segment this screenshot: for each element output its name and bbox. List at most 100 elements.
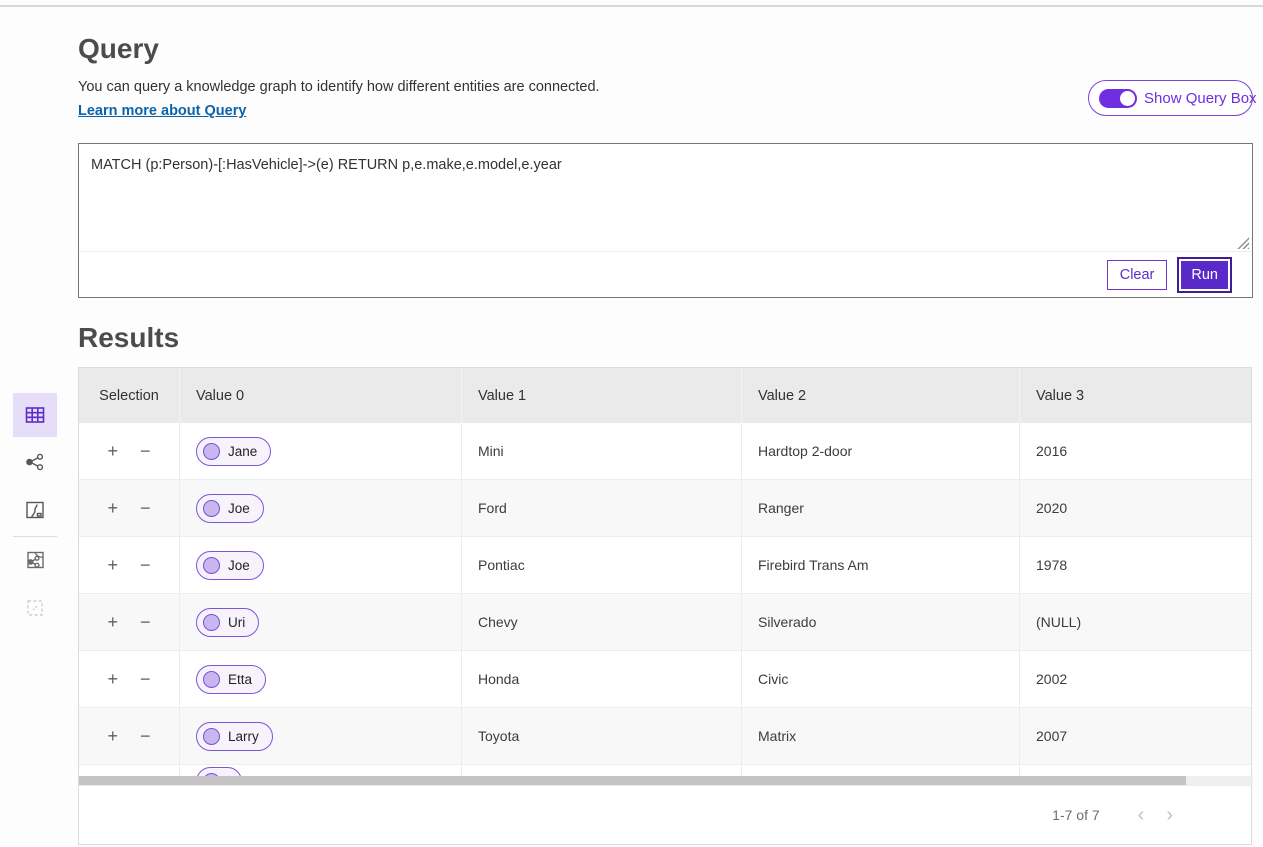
sidebar-item-link-chart-view[interactable] bbox=[13, 440, 57, 484]
map-link-icon bbox=[23, 548, 47, 572]
table-row: + − Joe Ford Ranger 2020 bbox=[79, 480, 1251, 537]
remove-from-selection-button[interactable]: − bbox=[138, 611, 153, 633]
horizontal-scrollbar-thumb[interactable] bbox=[79, 776, 1186, 785]
pagination-range: 1-7 of 7 bbox=[1052, 807, 1099, 823]
sidebar-item-map-view[interactable] bbox=[13, 488, 57, 532]
selection-cell: + − bbox=[79, 594, 179, 650]
entity-chip-label: Etta bbox=[228, 672, 252, 687]
column-header-value2: Value 2 bbox=[741, 368, 1019, 423]
entity-dot-icon bbox=[203, 614, 220, 631]
table-header-row: Selection Value 0 Value 1 Value 2 Value … bbox=[79, 368, 1251, 423]
column-header-value3: Value 3 bbox=[1019, 368, 1251, 423]
value2-cell: Firebird Trans Am bbox=[741, 537, 1019, 593]
entity-chip[interactable]: Jane bbox=[196, 437, 271, 466]
entity-cell: Joe bbox=[179, 480, 461, 536]
query-input[interactable]: MATCH (p:Person)-[:HasVehicle]->(e) RETU… bbox=[79, 144, 1252, 251]
results-heading: Results bbox=[78, 322, 179, 354]
remove-from-selection-button[interactable]: − bbox=[138, 668, 153, 690]
page-title: Query bbox=[78, 33, 159, 65]
value3-cell bbox=[1019, 765, 1251, 776]
value1-cell: Honda bbox=[461, 651, 741, 707]
value2-cell: Civic bbox=[741, 651, 1019, 707]
remove-from-selection-button[interactable]: − bbox=[138, 440, 153, 462]
selection-cell: + − bbox=[79, 651, 179, 707]
entity-chip[interactable]: Etta bbox=[196, 665, 266, 694]
entity-chip-label: Larry bbox=[228, 729, 259, 744]
entity-chip-label: Uri bbox=[228, 615, 245, 630]
horizontal-scrollbar[interactable] bbox=[79, 776, 1253, 785]
add-to-selection-button[interactable]: + bbox=[105, 554, 120, 576]
page-description: You can query a knowledge graph to ident… bbox=[78, 79, 600, 95]
clear-button[interactable]: Clear bbox=[1107, 260, 1168, 290]
table-row: + − Jane Mini Hardtop 2-door 2016 bbox=[79, 423, 1251, 480]
selection-cell: + − bbox=[79, 765, 179, 776]
table-footer: 1-7 of 7 ‹ › bbox=[79, 785, 1251, 844]
previous-page-button[interactable]: ‹ bbox=[1132, 805, 1151, 825]
entity-chip[interactable]: Joe bbox=[196, 551, 264, 580]
value3-cell: 2020 bbox=[1019, 480, 1251, 536]
sidebar-item-table-view[interactable] bbox=[13, 393, 57, 437]
table-row: + − Larry Toyota Matrix 2007 bbox=[79, 708, 1251, 765]
value1-cell: Toyota bbox=[461, 708, 741, 764]
value1-cell: Ford bbox=[461, 480, 741, 536]
entity-chip[interactable]: Larry bbox=[196, 722, 273, 751]
column-header-value1: Value 1 bbox=[461, 368, 741, 423]
value1-cell: Pontiac bbox=[461, 537, 741, 593]
value3-cell: 2016 bbox=[1019, 423, 1251, 479]
remove-from-selection-button[interactable]: − bbox=[138, 554, 153, 576]
value3-cell: (NULL) bbox=[1019, 594, 1251, 650]
value2-cell: Hardtop 2-door bbox=[741, 423, 1019, 479]
sidebar-item-new-map-from-link-chart[interactable] bbox=[13, 538, 57, 582]
top-divider bbox=[0, 5, 1263, 7]
link-chart-icon bbox=[23, 450, 47, 474]
value2-cell: Matrix bbox=[741, 708, 1019, 764]
table-body: + − Jane Mini Hardtop 2-door 2016 + − Jo… bbox=[79, 423, 1251, 776]
selection-cell: + − bbox=[79, 423, 179, 479]
remove-from-selection-button[interactable]: − bbox=[138, 497, 153, 519]
learn-more-link[interactable]: Learn more about Query bbox=[78, 103, 246, 119]
run-button[interactable]: Run bbox=[1179, 259, 1230, 291]
entity-dot-icon bbox=[203, 728, 220, 745]
add-to-selection-button[interactable]: + bbox=[105, 440, 120, 462]
entity-cell: Joe bbox=[179, 537, 461, 593]
sidebar-item-selection-tool bbox=[13, 586, 57, 630]
remove-from-selection-button[interactable]: − bbox=[138, 725, 153, 747]
value1-cell bbox=[461, 765, 741, 776]
sidebar-divider bbox=[13, 536, 57, 537]
map-icon bbox=[23, 498, 47, 522]
results-table: Selection Value 0 Value 1 Value 2 Value … bbox=[78, 367, 1252, 845]
entity-dot-icon bbox=[203, 443, 220, 460]
add-to-selection-button[interactable]: + bbox=[105, 725, 120, 747]
value2-cell bbox=[741, 765, 1019, 776]
add-to-selection-button[interactable]: + bbox=[105, 611, 120, 633]
toggle-knob bbox=[1120, 91, 1135, 106]
add-to-selection-button[interactable]: + bbox=[105, 668, 120, 690]
table-row: + − bbox=[79, 765, 1251, 776]
entity-cell: Jane bbox=[179, 423, 461, 479]
show-query-box-toggle[interactable]: Show Query Box bbox=[1088, 80, 1253, 116]
table-row: + − Uri Chevy Silverado (NULL) bbox=[79, 594, 1251, 651]
entity-chip[interactable]: Uri bbox=[196, 608, 259, 637]
entity-cell: Uri bbox=[179, 594, 461, 650]
entity-chip-label: Joe bbox=[228, 558, 250, 573]
entity-dot-icon bbox=[203, 557, 220, 574]
entity-chip[interactable]: Joe bbox=[196, 494, 264, 523]
toggle-switch-icon[interactable] bbox=[1099, 89, 1137, 108]
column-header-value0: Value 0 bbox=[179, 368, 461, 423]
entity-chip[interactable] bbox=[196, 767, 242, 776]
entity-cell: Etta bbox=[179, 651, 461, 707]
selection-cell: + − bbox=[79, 537, 179, 593]
entity-cell bbox=[179, 765, 461, 776]
value1-cell: Mini bbox=[461, 423, 741, 479]
toggle-label: Show Query Box bbox=[1144, 90, 1257, 107]
query-box: MATCH (p:Person)-[:HasVehicle]->(e) RETU… bbox=[78, 143, 1253, 298]
entity-chip-label: Joe bbox=[228, 501, 250, 516]
next-page-button[interactable]: › bbox=[1160, 805, 1179, 825]
entity-dot-icon bbox=[203, 500, 220, 517]
selection-cell: + − bbox=[79, 480, 179, 536]
dashed-square-icon bbox=[23, 596, 47, 620]
value2-cell: Ranger bbox=[741, 480, 1019, 536]
value3-cell: 2007 bbox=[1019, 708, 1251, 764]
value2-cell: Silverado bbox=[741, 594, 1019, 650]
add-to-selection-button[interactable]: + bbox=[105, 497, 120, 519]
